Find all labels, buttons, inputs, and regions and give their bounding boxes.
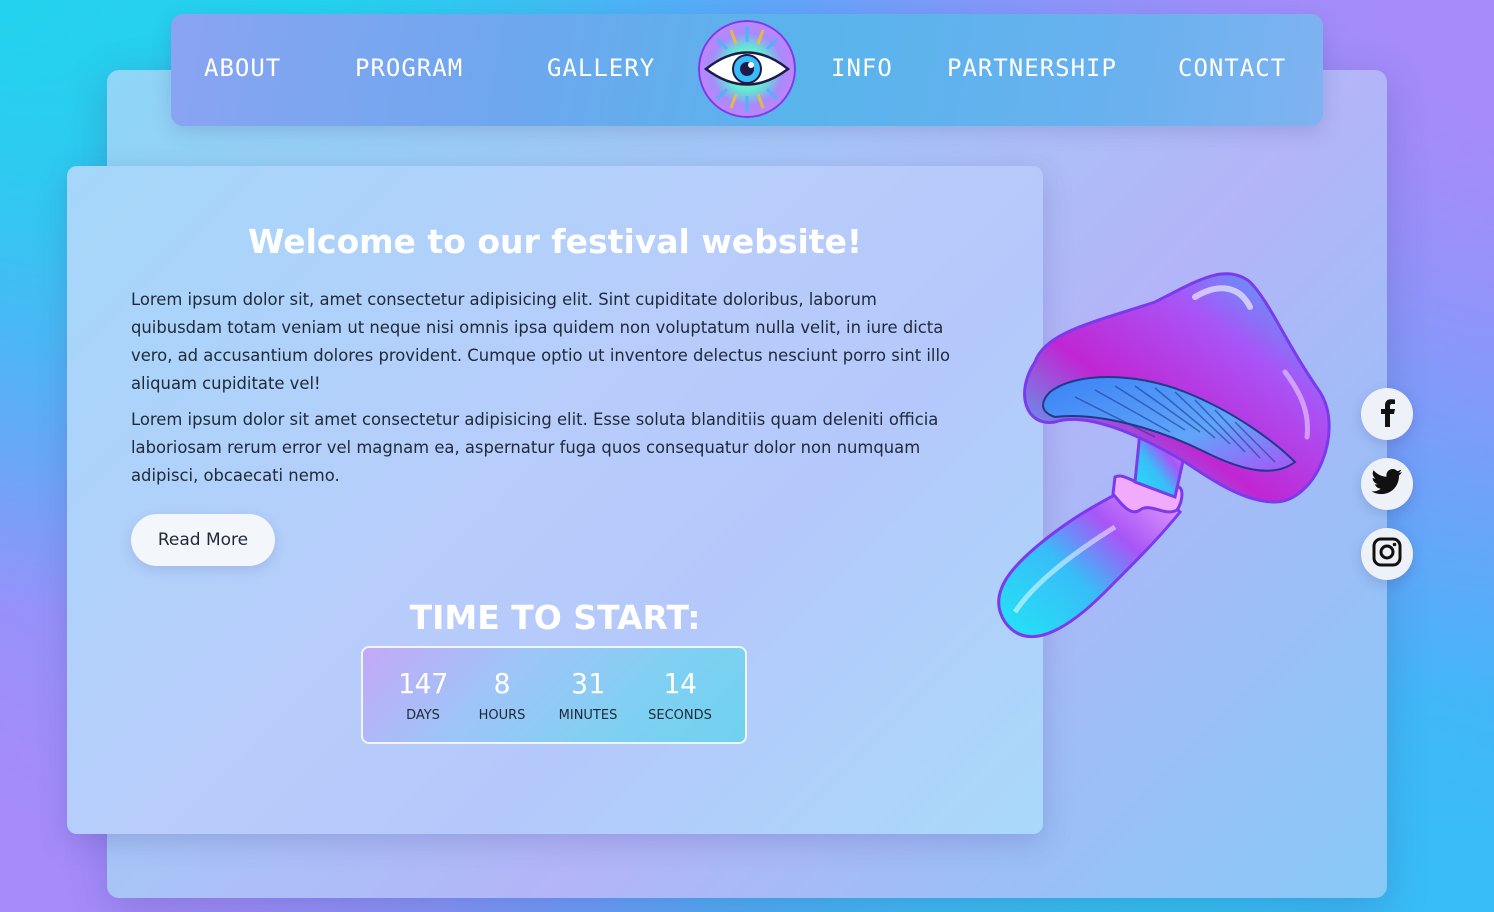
nav-link-about[interactable]: ABOUT (204, 54, 281, 82)
countdown-minutes-label: MINUTES (558, 708, 618, 723)
twitter-button[interactable] (1361, 458, 1413, 510)
countdown-seconds: 14 SECONDS (635, 667, 725, 724)
nav-link-contact[interactable]: CONTACT (1178, 54, 1286, 82)
instagram-icon (1372, 537, 1402, 571)
countdown-days-label: DAYS (406, 708, 440, 723)
countdown-hours-label: HOURS (478, 708, 526, 723)
countdown-timer: 147 DAYS 8 HOURS 31 MINUTES 14 SECONDS (361, 646, 747, 744)
countdown-seconds-label: SECONDS (648, 708, 712, 723)
nav-link-program[interactable]: PROGRAM (355, 54, 463, 82)
facebook-icon (1374, 397, 1400, 431)
countdown-minutes-value: 31 (571, 667, 605, 700)
read-more-button[interactable]: Read More (131, 514, 275, 566)
nav-link-info[interactable]: INFO (831, 54, 893, 82)
countdown-hours-value: 8 (493, 667, 511, 700)
countdown-title: TIME TO START: (409, 598, 701, 637)
facebook-button[interactable] (1361, 388, 1413, 440)
countdown-hours: 8 HOURS (457, 667, 547, 724)
mushroom-illustration (985, 262, 1345, 662)
nav-link-gallery[interactable]: GALLERY (547, 54, 655, 82)
page-title: Welcome to our festival website! (248, 222, 862, 261)
instagram-button[interactable] (1361, 528, 1413, 580)
intro-paragraph-2: Lorem ipsum dolor sit amet consectetur a… (131, 410, 939, 485)
nav-link-partnership[interactable]: PARTNERSHIP (947, 54, 1117, 82)
intro-paragraph-1: Lorem ipsum dolor sit, amet consectetur … (131, 290, 951, 393)
twitter-icon (1371, 468, 1403, 500)
countdown-minutes: 31 MINUTES (543, 667, 633, 724)
countdown-days-value: 147 (397, 667, 449, 700)
countdown-seconds-value: 14 (663, 667, 697, 700)
countdown-days: 147 DAYS (378, 667, 468, 724)
eye-logo-icon[interactable] (698, 20, 796, 118)
